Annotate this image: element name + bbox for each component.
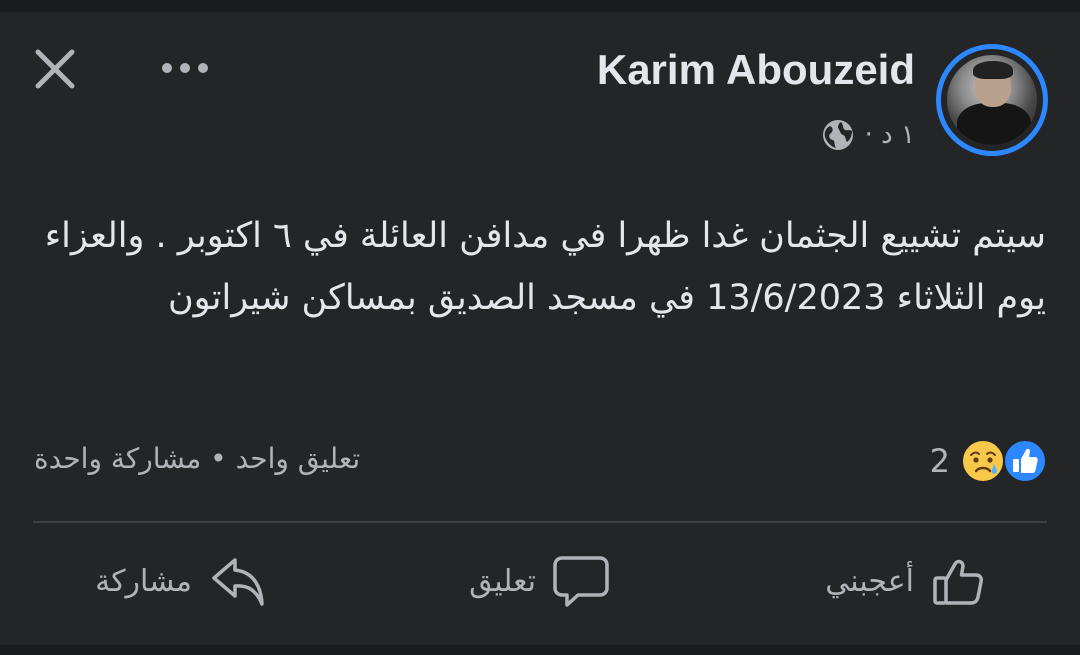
top-status-strip: [0, 0, 1080, 12]
reaction-count: 2: [929, 442, 950, 480]
reactions-summary[interactable]: 2: [930, 438, 1048, 484]
close-button[interactable]: [30, 44, 80, 94]
like-label: أعجبني: [825, 563, 914, 599]
like-icon: [1003, 439, 1047, 483]
sad-face-icon: [961, 439, 1005, 483]
share-button[interactable]: مشاركة: [95, 552, 266, 610]
post-text: سيتم تشييع الجثمان غدا ظهرا في مدافن الع…: [44, 216, 1046, 318]
author-name[interactable]: Karim Abouzeid: [597, 46, 915, 94]
thumbs-up-icon: [933, 559, 983, 605]
divider: [33, 521, 1047, 523]
comments-shares-count[interactable]: تعليق واحد • مشاركة واحدة: [34, 442, 360, 475]
comment-label: تعليق: [469, 563, 536, 599]
post-meta: ١ د ·: [821, 118, 915, 152]
comment-button[interactable]: تعليق: [469, 552, 610, 610]
globe-icon: [822, 120, 853, 150]
more-dots-icon: [162, 63, 208, 73]
more-options-button[interactable]: [158, 50, 212, 86]
share-label: مشاركة: [95, 563, 192, 599]
share-arrow-icon: [212, 558, 264, 606]
bottom-strip: [0, 645, 1080, 655]
close-icon: [35, 49, 75, 89]
comment-bubble-icon: [553, 556, 609, 607]
avatar-image: [947, 55, 1037, 145]
post-time[interactable]: ١ د ·: [865, 120, 915, 150]
like-button[interactable]: أعجبني: [825, 552, 988, 610]
author-avatar[interactable]: [936, 44, 1048, 156]
